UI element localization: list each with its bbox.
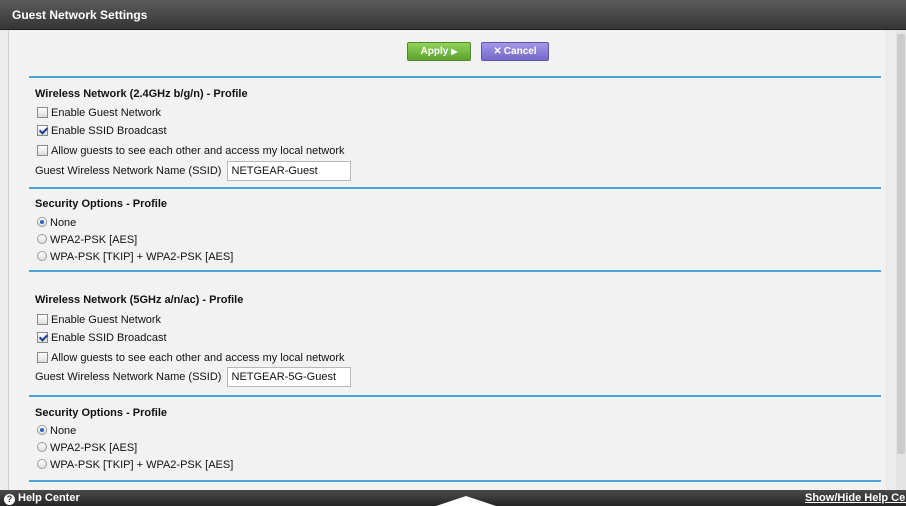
enable-guest-network-24-row[interactable]: Enable Guest Network	[37, 106, 161, 120]
security24-option-label: None	[50, 217, 77, 229]
expand-arrow-icon[interactable]	[436, 496, 496, 506]
security5-radio-mixed[interactable]	[37, 459, 47, 469]
section-divider	[29, 395, 881, 397]
enable-guest-network-24-checkbox[interactable]	[37, 107, 48, 118]
play-arrow-icon: ▶	[451, 47, 458, 56]
ssid-broadcast-5-checkbox[interactable]	[37, 332, 48, 343]
help-center-label: Help Center	[18, 492, 80, 504]
security24-radio-none[interactable]	[37, 217, 47, 227]
help-center-link[interactable]: ? Help Center	[4, 492, 80, 505]
ssid-broadcast-24-label: Enable SSID Broadcast	[51, 125, 167, 137]
wifi5-section-title: Wireless Network (5GHz a/n/ac) - Profile	[35, 294, 244, 306]
title-bar: Guest Network Settings	[0, 0, 906, 30]
ssid-24-input[interactable]: NETGEAR-Guest	[226, 161, 351, 182]
apply-label: Apply	[420, 46, 449, 57]
security24-radio-mixed[interactable]	[37, 251, 47, 261]
ssid-5-row: Guest Wireless Network Name (SSID) NETGE…	[35, 367, 351, 388]
allow-guests-5-row[interactable]: Allow guests to see each other and acces…	[37, 351, 344, 365]
enable-guest-network-5-row[interactable]: Enable Guest Network	[37, 313, 161, 327]
security24-section-title: Security Options - Profile	[35, 198, 168, 210]
security5-option-label: None	[50, 425, 77, 437]
cancel-button[interactable]: ✕ Cancel	[481, 42, 549, 61]
ssid-24-label: Guest Wireless Network Name (SSID)	[35, 165, 222, 177]
ssid-broadcast-5-row[interactable]: Enable SSID Broadcast	[37, 331, 167, 345]
security5-option-label: WPA-PSK [TKIP] + WPA2-PSK [AES]	[50, 459, 234, 471]
help-question-icon: ?	[4, 494, 15, 505]
ssid-24-row: Guest Wireless Network Name (SSID) NETGE…	[35, 161, 351, 182]
cancel-label: Cancel	[503, 46, 537, 57]
settings-panel: Apply ▶ ✕ Cancel Wireless Network (2.4GHz …	[8, 30, 885, 490]
enable-guest-network-5-label: Enable Guest Network	[51, 314, 162, 326]
ssid-5-input[interactable]: NETGEAR-5G-Guest	[226, 367, 351, 388]
close-icon: ✕	[493, 46, 502, 57]
wifi24-section-title: Wireless Network (2.4GHz b/g/n) - Profil…	[35, 88, 248, 100]
show-hide-help-link[interactable]: Show/Hide Help Cente	[805, 492, 906, 504]
security5-option-mixed[interactable]: WPA-PSK [TKIP] + WPA2-PSK [AES]	[37, 458, 233, 472]
ssid-5-label: Guest Wireless Network Name (SSID)	[35, 371, 222, 383]
security24-option-label: WPA-PSK [TKIP] + WPA2-PSK [AES]	[50, 251, 234, 263]
enable-guest-network-24-label: Enable Guest Network	[51, 107, 162, 119]
section-divider	[29, 187, 881, 189]
section-divider	[29, 76, 881, 78]
security5-option-wpa2[interactable]: WPA2-PSK [AES]	[37, 441, 137, 455]
security24-option-none[interactable]: None	[37, 216, 76, 230]
security5-option-none[interactable]: None	[37, 424, 76, 438]
security5-radio-wpa2[interactable]	[37, 442, 47, 452]
ssid-broadcast-24-row[interactable]: Enable SSID Broadcast	[37, 124, 167, 138]
security5-radio-none[interactable]	[37, 425, 47, 435]
section-divider	[29, 270, 881, 272]
ssid-broadcast-24-checkbox[interactable]	[37, 125, 48, 136]
section-divider	[29, 480, 881, 482]
security24-option-wpa2[interactable]: WPA2-PSK [AES]	[37, 233, 137, 247]
page-title: Guest Network Settings	[12, 8, 148, 22]
allow-guests-24-label: Allow guests to see each other and acces…	[51, 145, 345, 157]
allow-guests-5-label: Allow guests to see each other and acces…	[51, 352, 345, 364]
scrollbar-thumb[interactable]	[897, 34, 905, 454]
content-frame: Apply ▶ ✕ Cancel Wireless Network (2.4GHz …	[0, 30, 906, 490]
allow-guests-24-row[interactable]: Allow guests to see each other and acces…	[37, 144, 344, 158]
vertical-scrollbar[interactable]	[896, 30, 906, 490]
security24-option-mixed[interactable]: WPA-PSK [TKIP] + WPA2-PSK [AES]	[37, 250, 233, 264]
ssid-broadcast-5-label: Enable SSID Broadcast	[51, 332, 167, 344]
security24-option-label: WPA2-PSK [AES]	[50, 234, 138, 246]
security5-section-title: Security Options - Profile	[35, 407, 168, 419]
help-footer: ?Help Center Show/Hide Help Cente	[0, 490, 906, 506]
enable-guest-network-5-checkbox[interactable]	[37, 314, 48, 325]
allow-guests-24-checkbox[interactable]	[37, 145, 48, 156]
security24-radio-wpa2[interactable]	[37, 234, 47, 244]
security5-option-label: WPA2-PSK [AES]	[50, 442, 138, 454]
apply-button[interactable]: Apply ▶	[407, 42, 471, 61]
allow-guests-5-checkbox[interactable]	[37, 352, 48, 363]
